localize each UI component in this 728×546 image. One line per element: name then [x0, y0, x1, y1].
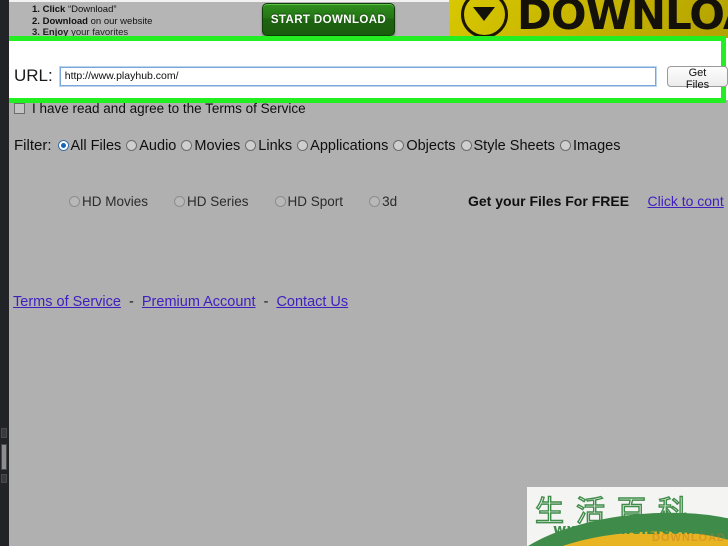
filter-label: Filter:: [14, 137, 52, 154]
ad-step-1-bold: Click: [42, 4, 66, 15]
radio-icon-hd-movies[interactable]: [69, 196, 80, 207]
promo-row: Get your Files For FREE Click to cont: [468, 193, 724, 211]
ad-steps-list: 1. Click “Download” 2. Download on our w…: [32, 4, 152, 39]
hd-options-row: HD Movies HD Series HD Sport 3d: [69, 194, 423, 209]
filter-option-images-label: Images: [572, 137, 621, 154]
url-bar: URL: Get Files: [9, 60, 728, 92]
scrollbar-nub-top[interactable]: [1, 428, 7, 438]
ad-download-word: DOWNLOA: [517, 0, 728, 39]
start-download-button[interactable]: START DOWNLOAD: [262, 3, 395, 36]
filter-option-images[interactable]: Images: [559, 137, 621, 154]
footer-separator-1: -: [129, 294, 134, 310]
ad-step-1-rest: “Download”: [67, 4, 117, 15]
filter-option-objects[interactable]: Objects: [393, 137, 456, 154]
get-files-button[interactable]: Get Files: [667, 65, 728, 91]
filter-option-applications-label: Applications: [310, 137, 389, 154]
ad-step-2-rest: on our website: [90, 15, 153, 27]
promo-link[interactable]: Click to cont: [647, 193, 723, 209]
filter-option-objects-label: Objects: [406, 137, 456, 154]
radio-icon-3d[interactable]: [369, 196, 381, 207]
ad-step-1-number: 1.: [32, 4, 40, 15]
radio-icon-movies[interactable]: [181, 140, 193, 151]
hd-option-3d[interactable]: 3d: [369, 194, 397, 209]
hd-option-hd-movies-label: HD Movies: [82, 194, 149, 209]
radio-icon-hd-sport[interactable]: [274, 196, 286, 207]
hd-option-hd-series[interactable]: HD Series: [174, 194, 249, 209]
ad-step-3: 3. Enjoy your favorites: [32, 27, 152, 39]
ad-step-3-rest: your favorites: [71, 27, 129, 38]
terms-agreement-label: I have read and agree to the Terms of Se…: [32, 101, 306, 116]
ad-step-2: 2. Download on our website: [32, 16, 152, 28]
hd-option-hd-sport[interactable]: HD Sport: [274, 194, 344, 209]
radio-icon-objects[interactable]: [393, 140, 405, 151]
filter-row: Filter: All Files Audio Movies Links App…: [14, 137, 626, 154]
radio-icon-all-files[interactable]: [57, 140, 69, 151]
filter-option-all-files-label: All Files: [70, 137, 122, 154]
promo-text: Get your Files For FREE: [468, 193, 630, 209]
filter-option-movies-label: Movies: [194, 137, 241, 154]
filter-option-style-sheets-label: Style Sheets: [473, 137, 555, 154]
hd-option-hd-series-label: HD Series: [187, 194, 249, 209]
footer-link-contact-us[interactable]: Contact Us: [276, 294, 348, 310]
filter-option-all-files[interactable]: All Files: [57, 137, 122, 154]
filter-option-audio[interactable]: Audio: [126, 138, 176, 154]
ad-step-3-bold: Enjoy: [42, 27, 69, 38]
browser-left-edge: [0, 0, 9, 546]
footer-separator-2: -: [263, 294, 269, 310]
ad-instructions-panel: 1. Click “Download” 2. Download on our w…: [9, 0, 449, 40]
download-arrow-icon: [461, 0, 508, 38]
url-label: URL:: [14, 66, 53, 85]
scrollbar-thumb[interactable]: [1, 444, 7, 470]
footer-link-premium-account[interactable]: Premium Account: [142, 294, 256, 310]
watermark-ghost-text: DOWNLOAD: [652, 532, 726, 544]
hd-option-hd-sport-label: HD Sport: [287, 194, 344, 209]
filter-option-applications[interactable]: Applications: [297, 138, 388, 154]
footer-link-terms-of-service[interactable]: Terms of Service: [13, 294, 121, 310]
top-ad-banner: 1. Click “Download” 2. Download on our w…: [9, 0, 728, 40]
scrollbar-nub-bottom[interactable]: [1, 474, 7, 483]
filter-option-links-label: Links: [258, 137, 293, 154]
radio-icon-applications[interactable]: [297, 140, 309, 151]
browser-viewport: 1. Click “Download” 2. Download on our w…: [0, 0, 728, 546]
filter-option-audio-label: Audio: [139, 137, 177, 154]
hd-option-3d-label: 3d: [382, 194, 398, 209]
radio-icon-style-sheets[interactable]: [460, 140, 472, 151]
ad-yellow-panel[interactable]: DOWNLOA: [449, 0, 728, 40]
footer-links: Terms of Service - Premium Account - Con…: [13, 294, 348, 310]
radio-icon-audio[interactable]: [126, 140, 138, 151]
radio-icon-links[interactable]: [245, 140, 257, 151]
ad-step-2-bold: Download: [42, 15, 88, 27]
radio-icon-images[interactable]: [559, 140, 571, 151]
terms-agreement-row[interactable]: I have read and agree to the Terms of Se…: [14, 101, 306, 116]
url-input[interactable]: [58, 65, 658, 87]
hd-option-hd-movies[interactable]: HD Movies: [69, 194, 148, 209]
filter-option-movies[interactable]: Movies: [181, 138, 240, 154]
filter-option-style-sheets[interactable]: Style Sheets: [460, 137, 555, 154]
ad-step-1: 1. Click “Download”: [32, 4, 152, 16]
sheet-divider: [39, 38, 459, 40]
ad-step-2-number: 2.: [32, 15, 40, 27]
ad-step-3-number: 3.: [32, 27, 40, 38]
terms-agreement-checkbox[interactable]: [14, 103, 25, 114]
filter-option-links[interactable]: Links: [245, 138, 292, 154]
radio-icon-hd-series[interactable]: [174, 196, 186, 207]
watermark: 生活百科 www.bimeiz.com DOWNLOAD: [527, 487, 728, 546]
